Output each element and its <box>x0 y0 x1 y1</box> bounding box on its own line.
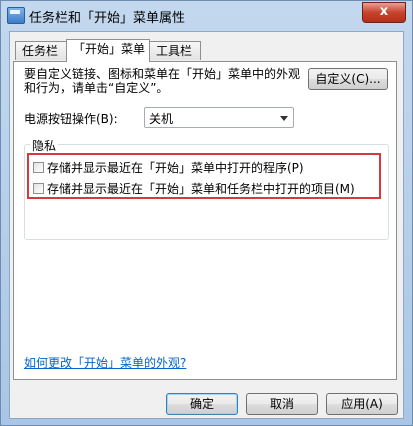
apply-button[interactable]: 应用(A) <box>326 393 398 415</box>
store-recent-items-label: 存储并显示最近在「开始」菜单和任务栏中打开的项目(M) <box>47 182 355 196</box>
tab-taskbar[interactable]: 任务栏 <box>15 41 67 60</box>
checkbox-box[interactable] <box>33 183 44 194</box>
customize-button[interactable]: 自定义(C)... <box>308 68 388 90</box>
customize-description: 要自定义链接、图标和菜单在「开始」菜单中的外观和行为，请单击“自定义”。 <box>24 67 301 95</box>
help-link[interactable]: 如何更改「开始」菜单的外观? <box>24 354 186 371</box>
taskbar-icon <box>7 7 25 24</box>
ok-button[interactable]: 确定 <box>166 393 238 415</box>
tab-toolbars[interactable]: 工具栏 <box>149 41 201 60</box>
privacy-group-title: 隐私 <box>30 137 59 154</box>
start-menu-panel: 要自定义链接、图标和菜单在「开始」菜单中的外观和行为，请单击“自定义”。 自定义… <box>13 61 397 380</box>
tab-start-menu[interactable]: 「开始」菜单 <box>66 39 150 62</box>
store-recent-programs-checkbox[interactable]: 存储并显示最近在「开始」菜单中打开的程序(P) <box>33 159 304 176</box>
chevron-down-icon <box>280 116 288 121</box>
store-recent-programs-label: 存储并显示最近在「开始」菜单中打开的程序(P) <box>47 161 304 175</box>
store-recent-items-checkbox[interactable]: 存储并显示最近在「开始」菜单和任务栏中打开的项目(M) <box>33 180 355 197</box>
title-bar[interactable]: 任务栏和「开始」菜单属性 x <box>1 1 412 29</box>
power-button-label: 电源按钮操作(B): <box>24 112 118 126</box>
power-action-value: 关机 <box>149 112 174 126</box>
cancel-button[interactable]: 取消 <box>246 393 318 415</box>
checkbox-box[interactable] <box>33 162 44 173</box>
dialog-body: 任务栏 「开始」菜单 工具栏 要自定义链接、图标和菜单在「开始」菜单中的外观和行… <box>9 31 404 419</box>
close-button[interactable]: x <box>362 2 406 23</box>
tab-strip: 任务栏 「开始」菜单 工具栏 <box>10 39 403 62</box>
window-title: 任务栏和「开始」菜单属性 <box>29 11 186 26</box>
power-action-select[interactable]: 关机 <box>144 107 294 128</box>
properties-window: 任务栏和「开始」菜单属性 x 任务栏 「开始」菜单 工具栏 要自定义链接、图标和… <box>0 0 413 426</box>
